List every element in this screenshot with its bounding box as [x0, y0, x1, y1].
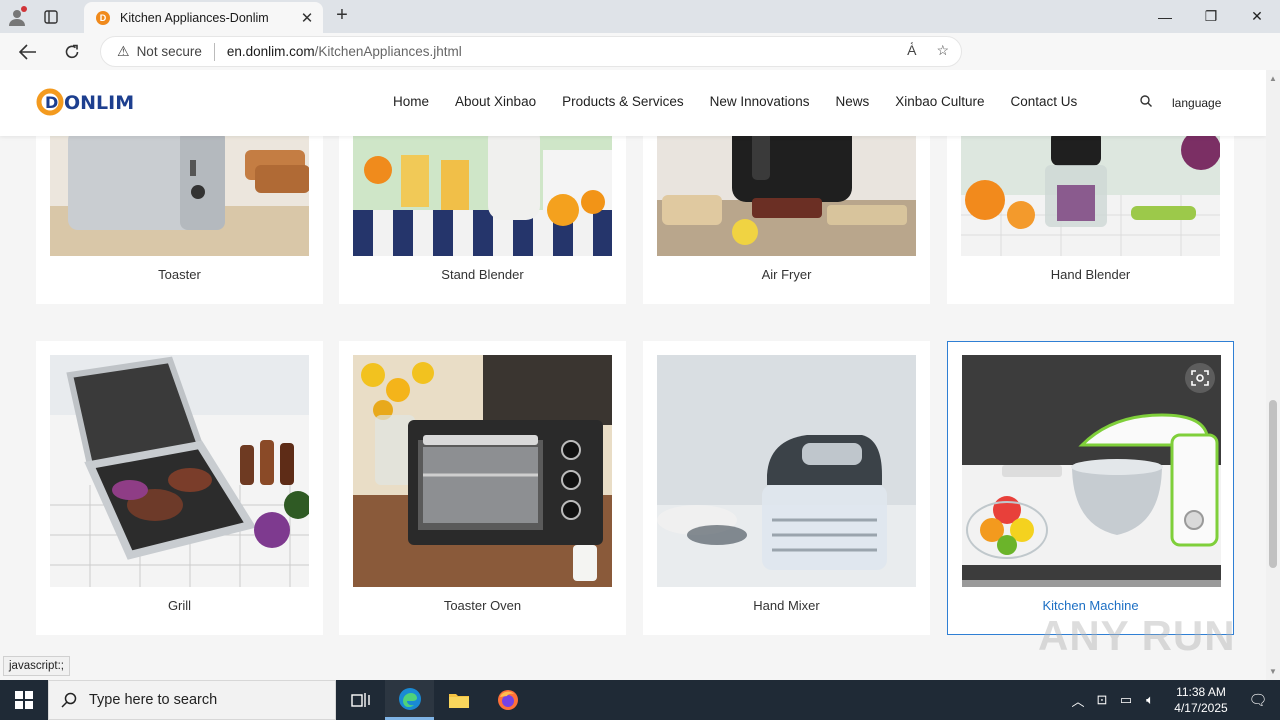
back-button[interactable]	[8, 33, 48, 70]
scroll-down-icon[interactable]: ▼	[1269, 667, 1277, 676]
product-card-stand-blender[interactable]: Stand Blender	[339, 110, 626, 304]
nav-about-xinbao[interactable]: About Xinbao	[455, 94, 536, 109]
nav-news[interactable]: News	[835, 94, 869, 109]
taskbar-firefox[interactable]	[483, 680, 532, 720]
product-label[interactable]: Hand Mixer	[643, 598, 930, 613]
nav-contact-us[interactable]: Contact Us	[1011, 94, 1078, 109]
tab-title: Kitchen Appliances-Donlim	[120, 10, 269, 25]
system-tray: ︿ ⊡ ▭ 🔈︎ 11:38 AM 4/17/2025 🗨︎	[1066, 680, 1280, 720]
windows-taskbar: Type here to search ︿ ⊡ ▭ 🔈︎ 11:38 AM 4/…	[0, 680, 1280, 720]
taskbar-search-box[interactable]: Type here to search	[48, 680, 336, 720]
product-card-kitchen-machine[interactable]: Kitchen Machine	[947, 341, 1234, 635]
product-label[interactable]: Stand Blender	[339, 267, 626, 282]
restore-button[interactable]: ❐	[1188, 0, 1234, 33]
notification-center-icon[interactable]: 🗨︎	[1236, 691, 1280, 709]
new-tab-button[interactable]: +	[330, 4, 354, 28]
product-card-grill[interactable]: Grill	[36, 341, 323, 635]
hand-mixer-image[interactable]	[657, 355, 916, 587]
product-label[interactable]: Hand Blender	[947, 267, 1234, 282]
product-card-toaster[interactable]: Toaster	[36, 110, 323, 304]
security-label[interactable]: Not secure	[137, 44, 202, 59]
site-search-icon[interactable]	[1140, 95, 1152, 110]
tab-close-icon[interactable]: ✕	[295, 9, 319, 27]
profile-button[interactable]	[0, 0, 34, 33]
page-scrollbar[interactable]: ▲ ▼	[1266, 70, 1280, 680]
product-label[interactable]: Air Fryer	[643, 267, 930, 282]
donlim-favicon-icon: D	[96, 10, 110, 25]
product-card-hand-mixer[interactable]: Hand Mixer	[643, 341, 930, 635]
task-view-icon	[350, 693, 370, 707]
tab-actions-button[interactable]	[34, 0, 68, 33]
product-label[interactable]: Grill	[36, 598, 323, 613]
url-path[interactable]: /KitchenAppliances.jhtml	[315, 44, 462, 59]
url-host[interactable]: en.donlim.com	[227, 44, 315, 59]
nav-products-services[interactable]: Products & Services	[562, 94, 684, 109]
network-icon[interactable]: ▭	[1114, 692, 1138, 708]
notification-dot	[21, 6, 27, 12]
donlim-logo-mark-icon: D ONLIM	[36, 88, 134, 116]
nav-new-innovations[interactable]: New Innovations	[710, 94, 810, 109]
tray-device-icon[interactable]: ⊡	[1090, 692, 1114, 708]
web-page: Toaster Stand Blender Air Fryer Hand Ble…	[0, 70, 1266, 680]
address-bar[interactable]: ⚠ Not secure en.donlim.com /KitchenAppli…	[100, 36, 962, 67]
read-aloud-icon[interactable]: A᷾	[907, 42, 916, 59]
browser-tab-active[interactable]: D Kitchen Appliances-Donlim ✕	[84, 2, 323, 33]
address-bar-actions: A᷾ ☆	[907, 42, 949, 59]
refresh-icon	[65, 44, 79, 58]
nav-home[interactable]: Home	[393, 94, 429, 109]
taskbar-search-placeholder: Type here to search	[89, 692, 218, 708]
folder-icon	[448, 694, 469, 708]
window-controls: — ❐ ✕	[1142, 0, 1280, 33]
scrollbar-thumb[interactable]	[1269, 400, 1277, 568]
donlim-logo[interactable]: D ONLIM	[36, 87, 137, 117]
task-view-button[interactable]	[336, 680, 385, 720]
svg-text:ONLIM: ONLIM	[64, 92, 134, 114]
taskbar-edge[interactable]	[385, 680, 434, 720]
close-window-button[interactable]: ✕	[1234, 0, 1280, 33]
edge-browser-icon	[398, 687, 421, 710]
minimize-button[interactable]: —	[1142, 0, 1188, 33]
windows-logo-icon	[15, 691, 33, 709]
grill-image[interactable]	[50, 355, 309, 587]
scroll-up-icon[interactable]: ▲	[1269, 74, 1277, 83]
favorite-star-icon[interactable]: ☆	[936, 42, 949, 59]
product-label[interactable]: Toaster Oven	[339, 598, 626, 613]
toaster-oven-image[interactable]	[353, 355, 612, 587]
tray-overflow-chevron-icon[interactable]: ︿	[1066, 691, 1090, 710]
product-card-hand-blender[interactable]: Hand Blender	[947, 110, 1234, 304]
visual-search-icon[interactable]	[1185, 363, 1215, 393]
link-status-tooltip: javascript:;	[3, 656, 70, 676]
product-label-active[interactable]: Kitchen Machine	[948, 598, 1233, 613]
clock-time: 11:38 AM	[1176, 685, 1226, 699]
site-header: D ONLIM Home About Xinbao Products & Ser…	[0, 70, 1266, 136]
tab-actions-icon	[44, 9, 58, 24]
back-arrow-icon	[19, 43, 36, 60]
main-navigation: Home About Xinbao Products & Services Ne…	[393, 94, 1103, 109]
address-separator	[213, 42, 215, 61]
warning-triangle-icon[interactable]: ⚠	[117, 43, 130, 60]
firefox-icon	[497, 690, 518, 710]
svg-text:D: D	[45, 93, 58, 112]
browser-titlebar: D Kitchen Appliances-Donlim ✕ + — ❐ ✕	[0, 0, 1280, 33]
volume-icon[interactable]: 🔈︎	[1138, 692, 1162, 708]
start-button[interactable]	[0, 680, 48, 720]
product-label[interactable]: Toaster	[36, 267, 323, 282]
clock-date: 4/17/2025	[1174, 701, 1228, 715]
search-icon	[61, 692, 77, 708]
product-card-toaster-oven[interactable]: Toaster Oven	[339, 341, 626, 635]
taskbar-file-explorer[interactable]	[434, 680, 483, 720]
language-selector[interactable]: language	[1172, 96, 1221, 110]
product-card-air-fryer[interactable]: Air Fryer	[643, 110, 930, 304]
nav-xinbao-culture[interactable]: Xinbao Culture	[895, 94, 984, 109]
browser-toolbar: ⚠ Not secure en.donlim.com /KitchenAppli…	[0, 33, 1280, 94]
kitchen-machine-image[interactable]	[962, 355, 1221, 587]
taskbar-clock[interactable]: 11:38 AM 4/17/2025	[1166, 684, 1236, 716]
refresh-button[interactable]	[52, 33, 92, 70]
watermark-logo: ANY RUN	[1038, 612, 1236, 659]
